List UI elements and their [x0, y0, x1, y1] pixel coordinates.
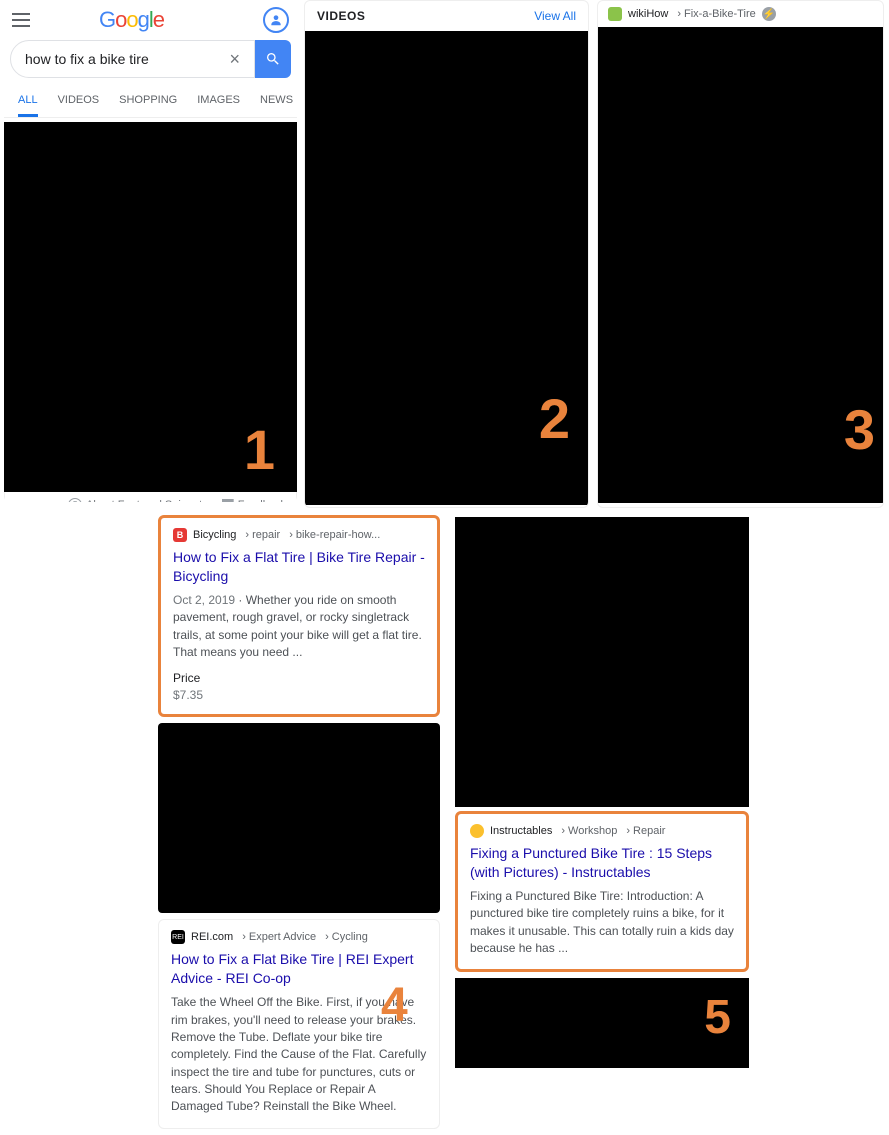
bicycling-favicon: B	[173, 528, 187, 542]
bicycling-site-name: Bicycling	[193, 529, 236, 541]
rei-source-row: REI REI.com Expert Advice Cycling	[171, 930, 427, 944]
panel-wikihow: wikiHow Fix-a-Bike-Tire ⚡ 3	[597, 0, 884, 508]
overlay-number-1: 1	[244, 417, 275, 482]
app-header: Google	[4, 0, 297, 36]
panel-google-header: Google × ALL VIDEOS SHOPPING IMAGES NEWS…	[4, 0, 297, 502]
price-label: Price	[173, 671, 425, 685]
wikihow-source-row[interactable]: wikiHow Fix-a-Bike-Tire ⚡	[598, 1, 883, 27]
rei-favicon: REI	[171, 930, 185, 944]
redacted-area-right-bottom: 5	[455, 978, 749, 1068]
wikihow-favicon	[608, 7, 622, 21]
instructables-crumb-2: Repair	[623, 825, 665, 837]
redacted-area-right-top	[455, 517, 749, 807]
amp-icon: ⚡	[762, 7, 776, 21]
flag-icon	[222, 499, 234, 502]
results-column-right: Instructables Workshop Repair Fixing a P…	[455, 517, 749, 1068]
bicycling-crumb-1: repair	[242, 529, 280, 541]
redacted-area-2: 2	[305, 31, 588, 505]
result-rei[interactable]: REI REI.com Expert Advice Cycling How to…	[158, 919, 440, 1129]
rei-site-name: REI.com	[191, 931, 233, 943]
rei-crumb-2: Cycling	[322, 931, 368, 943]
instructables-site-name: Instructables	[490, 825, 552, 837]
bicycling-crumb-2: bike-repair-how...	[286, 529, 380, 541]
wikihow-site-name: wikiHow	[628, 8, 668, 20]
instructables-snippet: Fixing a Punctured Bike Tire: Introducti…	[470, 888, 734, 958]
about-featured-snippets[interactable]: ? About Featured Snippets	[68, 498, 208, 502]
instructables-favicon	[470, 824, 484, 838]
bicycling-date: Oct 2, 2019	[173, 593, 235, 607]
wikihow-breadcrumb: Fix-a-Bike-Tire	[674, 8, 755, 20]
menu-icon[interactable]	[12, 9, 34, 31]
search-icon	[265, 51, 281, 67]
overlay-number-5: 5	[704, 990, 731, 1045]
search-button[interactable]	[255, 40, 291, 78]
redacted-area-1: 1	[4, 122, 297, 492]
result-instructables[interactable]: Instructables Workshop Repair Fixing a P…	[455, 811, 749, 972]
videos-title: VIDEOS	[317, 9, 365, 23]
overlay-number-2: 2	[539, 386, 570, 451]
bicycling-snippet: Oct 2, 2019 · Whether you ride on smooth…	[173, 592, 425, 662]
instructables-crumb-1: Workshop	[558, 825, 617, 837]
price-value: $7.35	[173, 688, 425, 702]
overlay-number-4: 4	[381, 978, 408, 1033]
bicycling-source-row: B Bicycling repair bike-repair-how...	[173, 528, 425, 542]
rei-crumb-1: Expert Advice	[239, 931, 316, 943]
google-logo: Google	[99, 7, 164, 33]
search-row: ×	[4, 36, 297, 84]
instructables-title[interactable]: Fixing a Punctured Bike Tire : 15 Steps …	[470, 844, 734, 882]
featured-snippet-footer: ? About Featured Snippets Feedback	[4, 492, 297, 502]
instructables-source-row: Instructables Workshop Repair	[470, 824, 734, 838]
panel-videos: VIDEOS View All 2	[304, 0, 589, 508]
overlay-number-3: 3	[844, 397, 875, 462]
bicycling-title[interactable]: How to Fix a Flat Tire | Bike Tire Repai…	[173, 548, 425, 586]
tab-news[interactable]: NEWS	[260, 88, 293, 117]
tab-shopping[interactable]: SHOPPING	[119, 88, 177, 117]
help-icon: ?	[68, 498, 82, 502]
redacted-area-mid	[158, 723, 440, 913]
videos-header: VIDEOS View All	[305, 1, 588, 31]
results-column-left: B Bicycling repair bike-repair-how... Ho…	[158, 515, 440, 1135]
view-all-link[interactable]: View All	[534, 9, 576, 23]
account-icon[interactable]	[263, 7, 289, 33]
tab-videos[interactable]: VIDEOS	[58, 88, 100, 117]
clear-icon[interactable]: ×	[225, 49, 244, 70]
search-box[interactable]: ×	[10, 40, 255, 78]
search-tabs: ALL VIDEOS SHOPPING IMAGES NEWS M	[4, 84, 297, 118]
redacted-area-3: 3	[598, 27, 883, 503]
tab-images[interactable]: IMAGES	[197, 88, 240, 117]
feedback-label: Feedback	[238, 499, 286, 502]
search-input[interactable]	[25, 51, 225, 67]
feedback-link[interactable]: Feedback	[222, 499, 286, 502]
result-bicycling[interactable]: B Bicycling repair bike-repair-how... Ho…	[158, 515, 440, 717]
about-label: About Featured Snippets	[86, 499, 208, 502]
tab-all[interactable]: ALL	[18, 88, 38, 117]
